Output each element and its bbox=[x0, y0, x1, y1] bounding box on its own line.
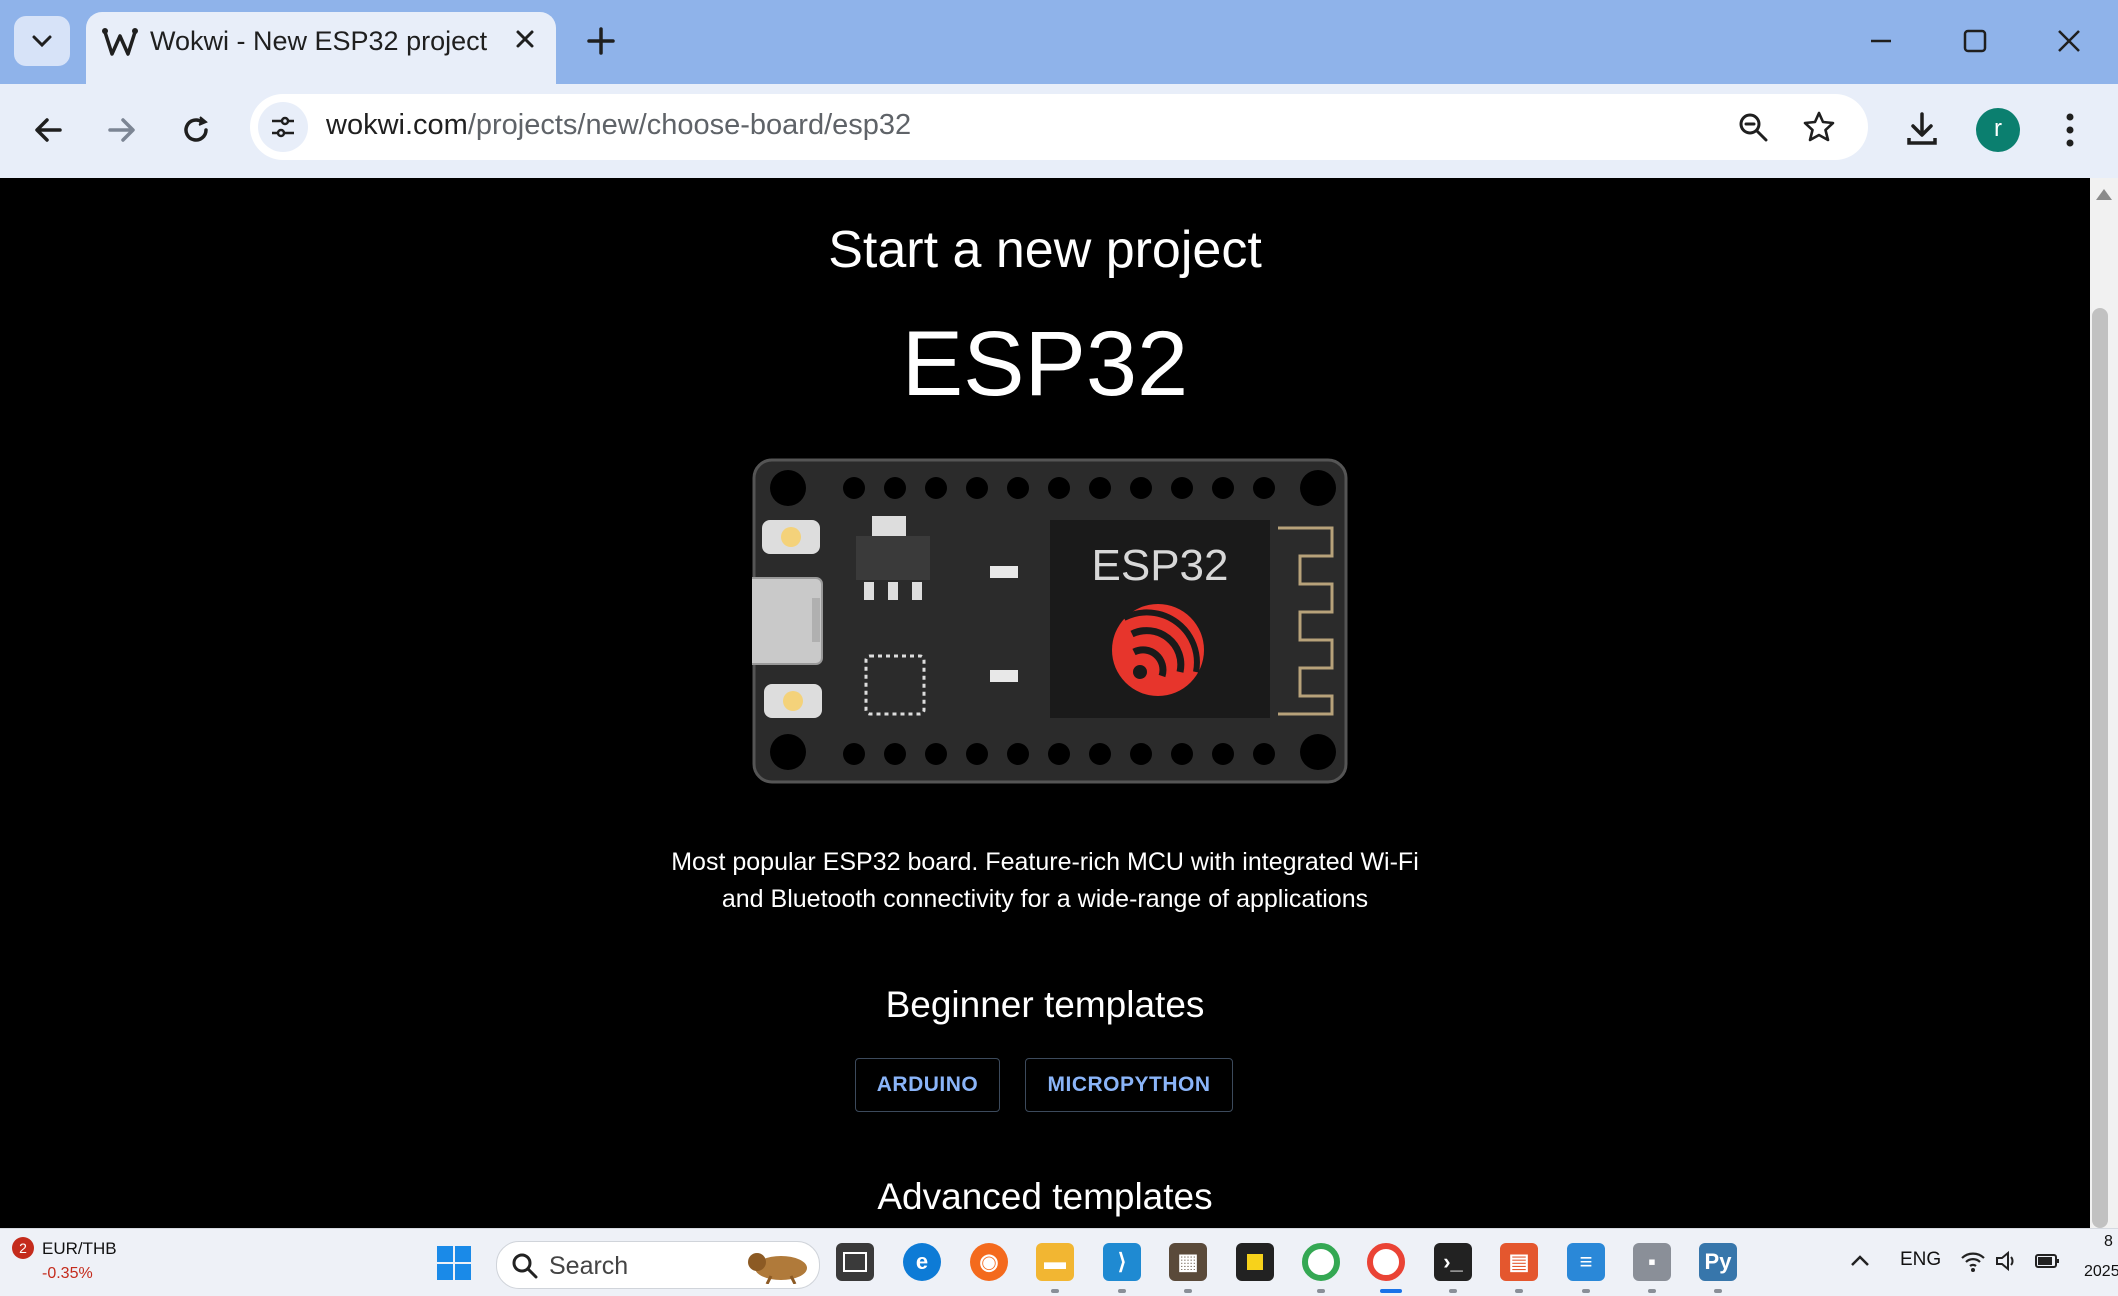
zoom-icon[interactable] bbox=[1736, 110, 1770, 144]
chrome-profile-icon[interactable] bbox=[1302, 1243, 1340, 1281]
usb-port bbox=[752, 577, 823, 665]
advanced-templates-heading: Advanced templates bbox=[877, 1176, 1213, 1217]
python-icon[interactable]: Py bbox=[1699, 1243, 1737, 1281]
minimize-icon[interactable] bbox=[1866, 26, 1896, 56]
chevron-down-icon bbox=[32, 35, 52, 48]
forward-icon[interactable] bbox=[104, 112, 140, 148]
running-indicator bbox=[1648, 1289, 1656, 1293]
tray-overflow-icon[interactable] bbox=[1848, 1251, 1872, 1271]
input-language[interactable]: ENG bbox=[1900, 1249, 1941, 1271]
windows-start-icon[interactable] bbox=[436, 1245, 472, 1281]
espressif-logo-icon bbox=[1112, 604, 1204, 696]
battery-icon[interactable] bbox=[2034, 1249, 2062, 1273]
running-indicator bbox=[1051, 1289, 1059, 1293]
running-indicator bbox=[1184, 1289, 1192, 1293]
chrome-icon[interactable] bbox=[1367, 1243, 1405, 1281]
page-title: Start a new project bbox=[828, 221, 1262, 279]
esp32-board-illustration: ESP32 bbox=[752, 458, 1348, 784]
download-icon[interactable] bbox=[1904, 110, 1940, 148]
scrollbar-thumb[interactable] bbox=[2092, 308, 2108, 1228]
url-text[interactable]: wokwi.com/projects/new/choose-board/esp3… bbox=[326, 109, 911, 142]
reload-icon[interactable] bbox=[178, 112, 214, 148]
chip-label: ESP32 bbox=[1092, 541, 1229, 590]
task-view-icon[interactable] bbox=[836, 1243, 874, 1281]
address-bar[interactable]: wokwi.com/projects/new/choose-board/esp3… bbox=[250, 94, 1868, 160]
running-indicator bbox=[1515, 1289, 1523, 1293]
url-path: /projects/new/choose-board/esp32 bbox=[467, 109, 912, 141]
site-info-button[interactable] bbox=[258, 102, 308, 152]
wifi-icon[interactable] bbox=[1960, 1249, 1986, 1273]
document-app-icon[interactable]: ▤ bbox=[1500, 1243, 1538, 1281]
device-app-icon[interactable]: ▪ bbox=[1633, 1243, 1671, 1281]
tab-strip: Wokwi - New ESP32 project bbox=[0, 0, 2118, 84]
terminal-icon[interactable]: ›_ bbox=[1434, 1243, 1472, 1281]
sticky-notes-icon[interactable] bbox=[1236, 1243, 1274, 1281]
board-description-line2: and Bluetooth connectivity for a wide-ra… bbox=[721, 885, 1369, 913]
board-description: Most popular ESP32 board. Feature-rich M… bbox=[645, 844, 1445, 918]
tab-search-button[interactable] bbox=[14, 16, 70, 66]
new-tab-icon[interactable] bbox=[584, 24, 618, 58]
widget-title: EUR/THB bbox=[42, 1239, 117, 1258]
tab-title: Wokwi - New ESP32 project bbox=[150, 26, 488, 56]
more-menu-icon[interactable] bbox=[2058, 110, 2082, 150]
tune-icon bbox=[272, 116, 294, 138]
file-explorer-icon[interactable]: ▬ bbox=[1036, 1243, 1074, 1281]
taskbar-search[interactable]: Search bbox=[496, 1241, 820, 1289]
clock-time: 8 bbox=[2104, 1233, 2113, 1250]
bookmark-star-icon[interactable] bbox=[1802, 110, 1836, 144]
search-highlight-icon bbox=[748, 1253, 807, 1284]
arduino-template-button[interactable]: ARDUINO bbox=[855, 1058, 1000, 1112]
running-indicator bbox=[1317, 1289, 1325, 1293]
micropython-template-button[interactable]: MICROPYTHON bbox=[1025, 1058, 1233, 1112]
running-indicator bbox=[1714, 1289, 1722, 1293]
running-indicator bbox=[1582, 1289, 1590, 1293]
page-scrollbar[interactable] bbox=[2090, 178, 2118, 1228]
edge-icon[interactable]: e bbox=[903, 1243, 941, 1281]
scroll-up-icon[interactable] bbox=[2094, 186, 2114, 202]
url-host: wokwi.com bbox=[326, 109, 468, 141]
windows-taskbar: 2 EUR/THB -0.35% Search e ◉ ▬ ⟩ ▦ ›_ ▤ ≡ bbox=[0, 1228, 2118, 1296]
close-tab-icon[interactable] bbox=[510, 24, 540, 54]
volume-icon[interactable] bbox=[1994, 1249, 2018, 1273]
maximize-icon[interactable] bbox=[1960, 26, 1990, 56]
search-icon bbox=[512, 1253, 538, 1279]
back-icon[interactable] bbox=[30, 112, 66, 148]
vscode-icon[interactable]: ⟩ bbox=[1103, 1243, 1141, 1281]
notification-badge: 2 bbox=[12, 1237, 34, 1259]
board-description-line1: Most popular ESP32 board. Feature-rich M… bbox=[671, 848, 1419, 876]
reset-button bbox=[764, 684, 822, 718]
running-indicator bbox=[1449, 1289, 1457, 1293]
wokwi-logo-icon bbox=[102, 28, 138, 56]
browser-toolbar: wokwi.com/projects/new/choose-board/esp3… bbox=[0, 84, 2118, 179]
beginner-templates-heading: Beginner templates bbox=[885, 984, 1205, 1025]
firefox-icon[interactable]: ◉ bbox=[970, 1243, 1008, 1281]
running-indicator bbox=[1118, 1289, 1126, 1293]
close-window-icon[interactable] bbox=[2054, 26, 2084, 56]
page-content: Start a new project ESP32 ESP32 Most pop… bbox=[0, 178, 2090, 1228]
photo-app-icon[interactable]: ▦ bbox=[1169, 1243, 1207, 1281]
board-name: ESP32 bbox=[901, 313, 1189, 415]
boot-button bbox=[762, 520, 820, 554]
clock-date: 2025 bbox=[2084, 1263, 2118, 1280]
notepad-icon[interactable]: ≡ bbox=[1567, 1243, 1605, 1281]
widget-value: -0.35% bbox=[42, 1265, 93, 1282]
search-label: Search bbox=[549, 1252, 629, 1280]
active-tab[interactable]: Wokwi - New ESP32 project bbox=[86, 12, 556, 84]
active-indicator bbox=[1380, 1289, 1402, 1293]
profile-avatar[interactable]: r bbox=[1976, 108, 2020, 152]
